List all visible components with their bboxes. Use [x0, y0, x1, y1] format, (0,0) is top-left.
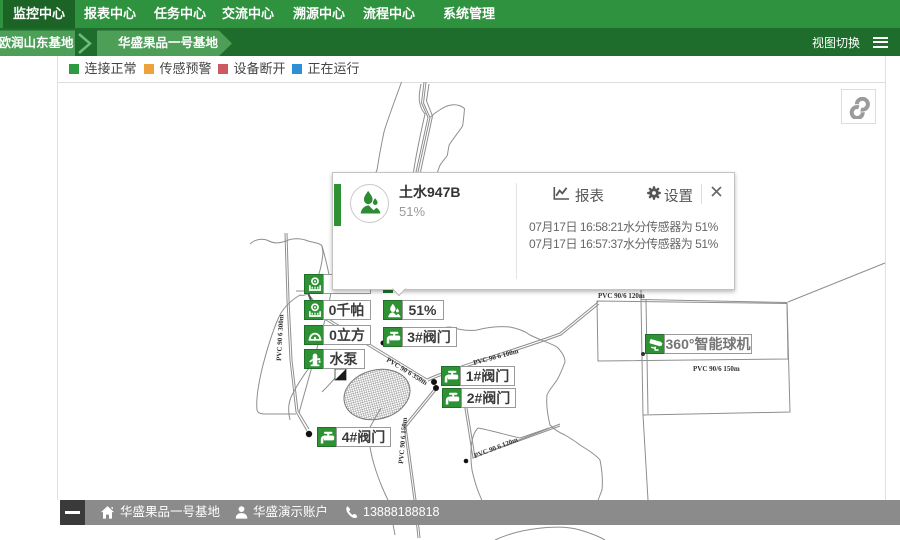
svg-text:PVC 90/6 120m: PVC 90/6 120m: [598, 292, 645, 300]
svg-text:PVC 90 6 150m: PVC 90 6 150m: [397, 417, 409, 464]
svg-text:PVC 90 6 100m: PVC 90 6 100m: [472, 347, 519, 367]
svg-text:PVC 90 6 120m: PVC 90 6 120m: [473, 436, 519, 460]
svg-text:PVC 90 6 300m: PVC 90 6 300m: [275, 314, 285, 361]
svg-text:PVC 90/6 150m: PVC 90/6 150m: [693, 365, 740, 373]
